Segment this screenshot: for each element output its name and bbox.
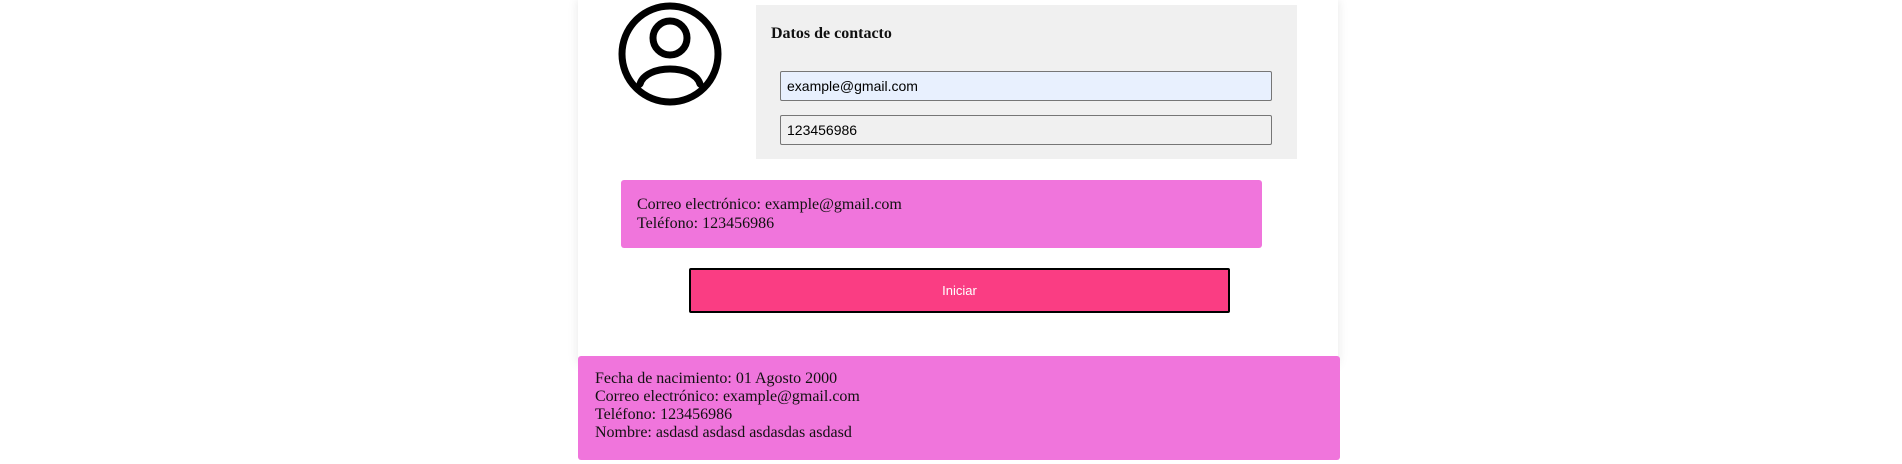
phone-input[interactable] <box>780 115 1272 145</box>
contact-summary: Correo electrónico: example@gmail.com Te… <box>621 180 1262 248</box>
summary-phone-line: Teléfono: 123456986 <box>637 215 775 232</box>
contact-title: Datos de contacto <box>771 25 892 42</box>
full-summary-name-line: Nombre: asdasd asdasd asdasdas asdasd <box>595 424 852 441</box>
user-avatar-icon <box>616 0 724 108</box>
full-summary: Fecha de nacimiento: 01 Agosto 2000 Corr… <box>578 356 1340 460</box>
full-summary-birth-line: Fecha de nacimiento: 01 Agosto 2000 <box>595 370 838 387</box>
summary-email-line: Correo electrónico: example@gmail.com <box>637 196 902 213</box>
full-summary-phone-line: Teléfono: 123456986 <box>595 406 733 423</box>
email-input[interactable] <box>780 71 1272 101</box>
contact-card: Datos de contacto <box>756 5 1297 159</box>
start-button[interactable]: Iniciar <box>689 268 1230 313</box>
full-summary-email-line: Correo electrónico: example@gmail.com <box>595 388 860 405</box>
